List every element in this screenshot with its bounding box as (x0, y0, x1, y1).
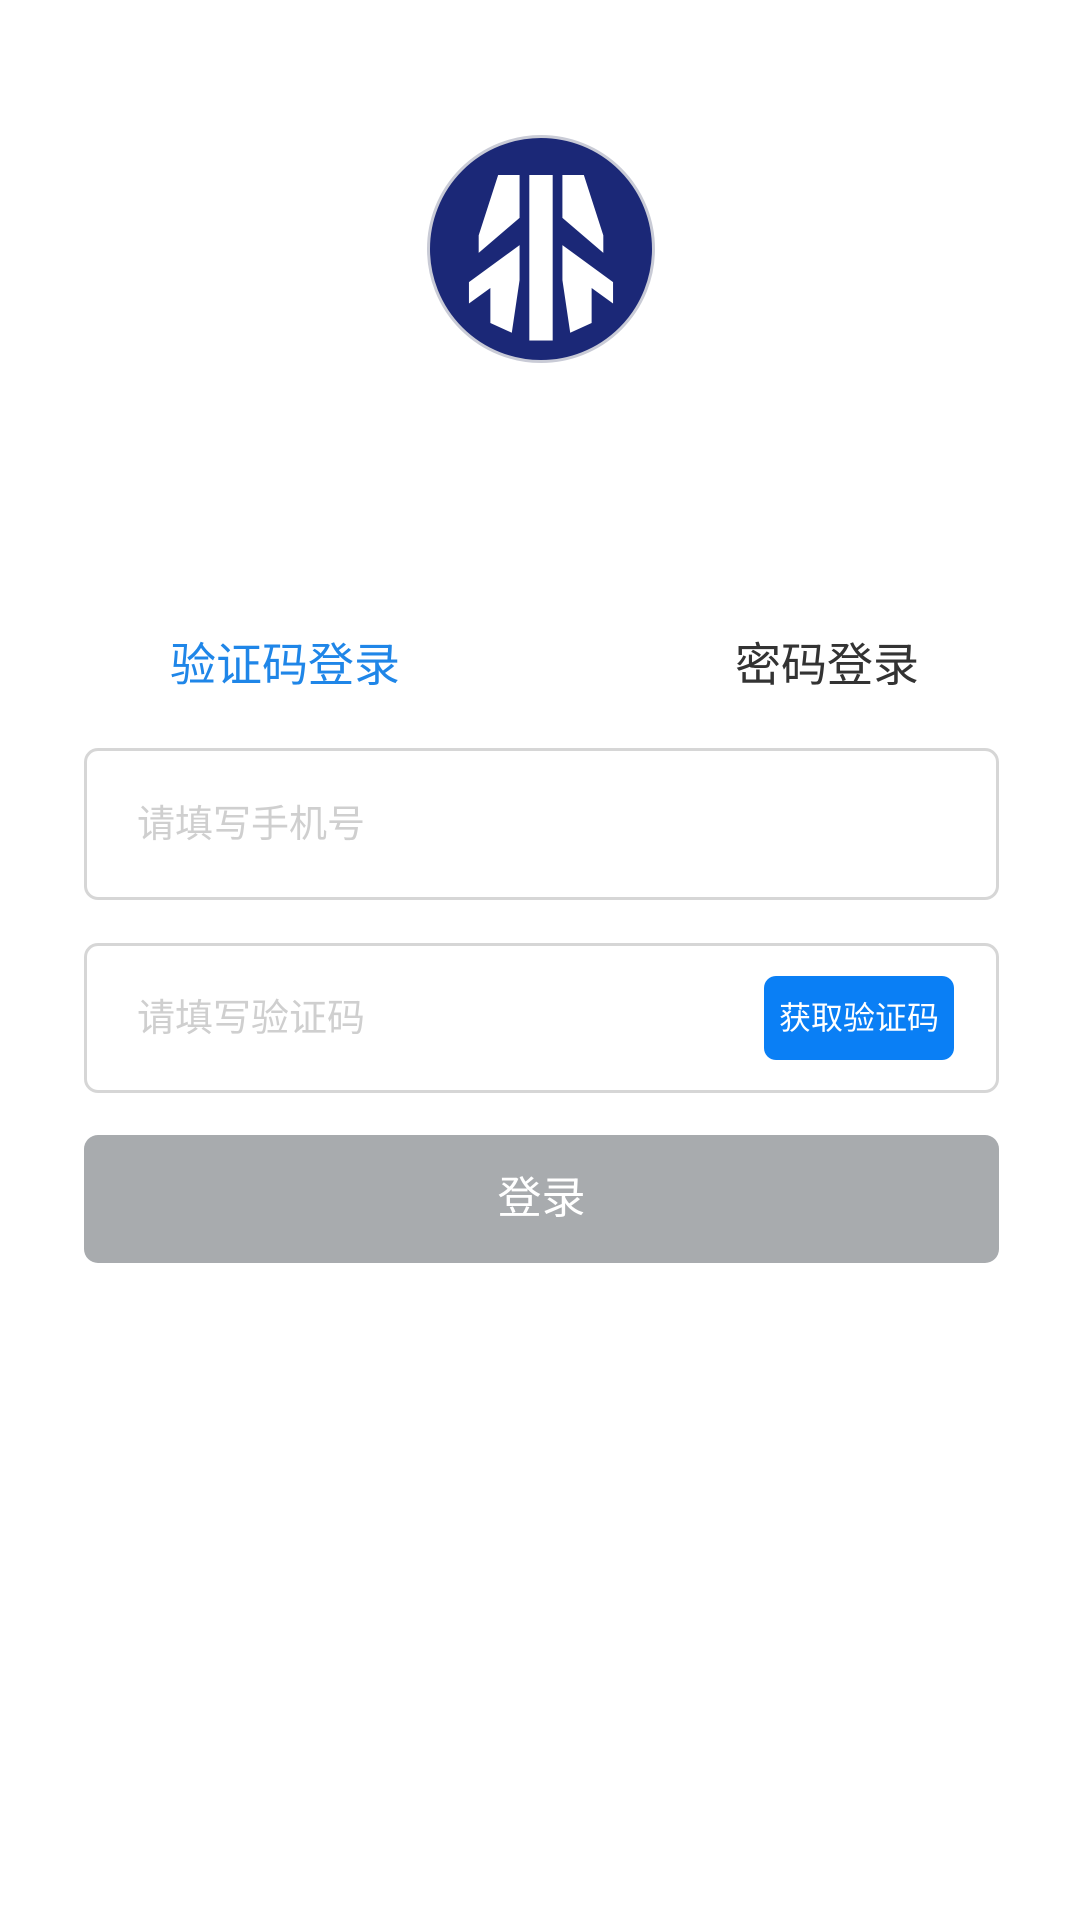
code-field: 获取验证码 (84, 943, 999, 1093)
phone-field (84, 748, 999, 900)
tab-password-login[interactable]: 密码登录 (735, 630, 919, 700)
verification-code-input[interactable] (137, 946, 737, 1090)
login-screen: 验证码登录 密码登录 获取验证码 登录 (0, 0, 1080, 1920)
login-button[interactable]: 登录 (84, 1135, 999, 1263)
get-code-button[interactable]: 获取验证码 (764, 976, 954, 1060)
tab-sms-login[interactable]: 验证码登录 (170, 630, 400, 700)
app-logo (427, 135, 655, 363)
arrow-logo-icon (468, 175, 614, 341)
phone-input[interactable] (137, 751, 947, 897)
